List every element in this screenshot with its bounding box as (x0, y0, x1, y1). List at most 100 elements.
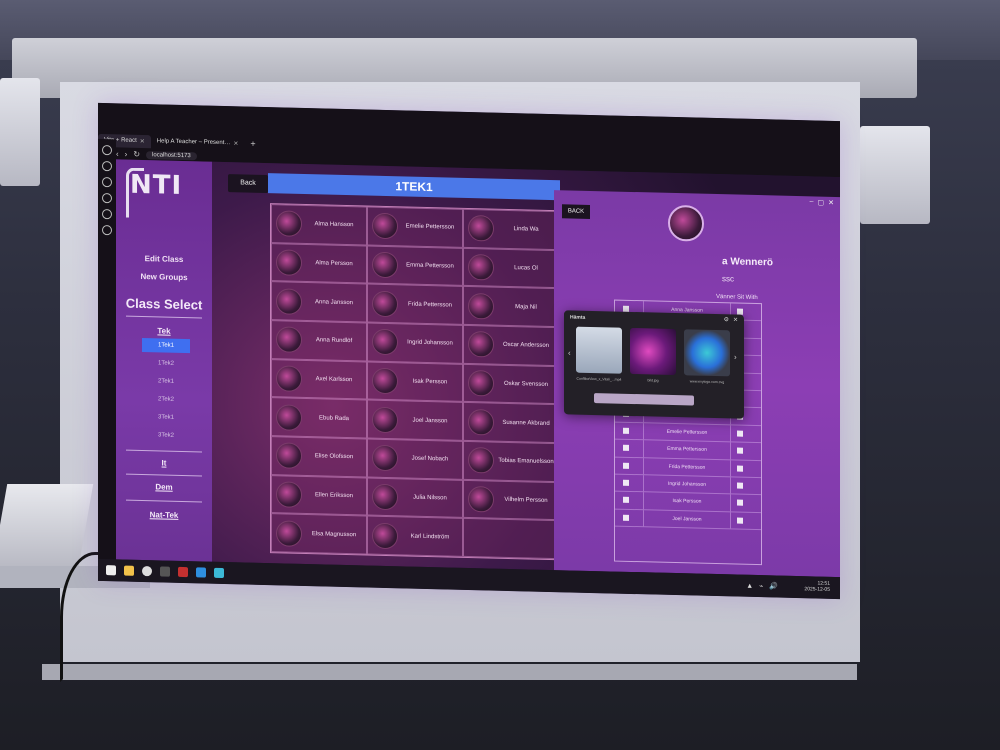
student-name: Vilhelm Persson (504, 496, 548, 504)
student-card[interactable]: Elise Olofsson (271, 436, 367, 478)
group-it[interactable]: It (116, 457, 212, 468)
sidebar-app-icon[interactable] (102, 161, 112, 172)
edit-class-link[interactable]: Edit Class (116, 253, 212, 264)
student-name: Tobias Emanuelsson (498, 458, 554, 466)
sidebar-app-icon[interactable] (102, 145, 112, 156)
avatar (468, 331, 494, 358)
class-item-2tek1[interactable]: 2Tek1 (142, 374, 190, 389)
sit-with-checkbox[interactable] (737, 500, 743, 507)
file-caption: bild.jpg (647, 378, 659, 383)
student-card[interactable]: Emma Pettersson (367, 245, 463, 287)
student-card[interactable]: Isak Persson (367, 361, 463, 403)
minimize-icon[interactable]: – (810, 198, 814, 210)
avatar (372, 406, 398, 433)
chevron-left-icon[interactable]: ‹ (568, 348, 571, 357)
sit-with-checkbox[interactable] (737, 517, 743, 524)
group-dem[interactable]: Dem (116, 481, 212, 492)
forward-arrow-icon[interactable]: › (125, 150, 128, 159)
student-card[interactable]: Elsa Magnusson (271, 513, 367, 555)
close-icon[interactable]: ✕ (733, 316, 738, 323)
reload-icon[interactable]: ↻ (133, 150, 140, 159)
sit-with-checkbox[interactable] (737, 482, 743, 489)
popup-action-button[interactable] (594, 393, 694, 406)
student-card[interactable]: Maja Nil (463, 286, 559, 328)
vscode-icon[interactable] (196, 567, 206, 578)
checkbox[interactable] (623, 462, 629, 469)
start-icon[interactable] (106, 565, 116, 576)
folder-icon[interactable] (124, 565, 134, 576)
browser-logo-thumbnail[interactable] (684, 329, 730, 377)
chrome-icon[interactable] (142, 566, 152, 577)
student-card[interactable]: Frida Pettersson (367, 283, 463, 325)
panel-back-button[interactable]: BACK (562, 204, 590, 219)
group-nat-tek[interactable]: Nat-Tek (116, 509, 212, 520)
class-item-3tek2[interactable]: 3Tek2 (142, 428, 190, 443)
url-field[interactable]: localhost:5173 (146, 150, 197, 160)
file-thumbnail[interactable] (576, 326, 622, 374)
checkbox[interactable] (623, 445, 629, 452)
student-card[interactable]: Anna Jansson (271, 281, 367, 323)
popup-title: Hämta (570, 314, 586, 321)
app-icon[interactable] (160, 566, 170, 577)
system-tray-icons[interactable]: ▲ ⌁ 🔊 (746, 582, 780, 591)
new-groups-link[interactable]: New Groups (116, 271, 212, 282)
student-card (463, 518, 559, 560)
checkbox[interactable] (623, 514, 629, 521)
student-card[interactable]: Oscar Andersson (463, 324, 559, 366)
student-card[interactable]: Vilhelm Persson (463, 479, 559, 521)
student-card[interactable]: Julia Nilsson (367, 477, 463, 519)
sidebar-app-icon[interactable] (102, 225, 112, 236)
close-icon[interactable]: ✕ (233, 140, 238, 147)
group-tek[interactable]: Tek (116, 325, 212, 336)
class-item-2tek2[interactable]: 2Tek2 (142, 392, 190, 407)
sit-with-checkbox[interactable] (737, 465, 743, 472)
student-card[interactable]: Axel Karlsson (271, 358, 367, 400)
checkbox[interactable] (623, 427, 629, 434)
divider (126, 499, 202, 503)
class-item-3tek1[interactable]: 3Tek1 (142, 410, 190, 425)
new-tab-icon[interactable]: + (250, 139, 255, 149)
app-icon[interactable] (214, 567, 224, 579)
back-button[interactable]: Back (228, 174, 268, 194)
student-card[interactable]: Oskar Svensson (463, 363, 559, 405)
image-thumbnail[interactable] (630, 327, 676, 376)
student-card[interactable]: Karl Lindström (367, 515, 463, 557)
student-name: Joel Jansson (412, 417, 448, 425)
avatar (372, 367, 398, 395)
student-card[interactable]: Susanne Akbrand (463, 402, 559, 444)
sit-with-checkbox[interactable] (737, 447, 743, 455)
sidebar-app-icon[interactable] (102, 177, 112, 188)
checkbox[interactable] (623, 479, 629, 487)
class-item-1tek1[interactable]: 1Tek1 (142, 338, 190, 354)
restore-icon[interactable]: ▢ (818, 199, 825, 211)
close-icon[interactable]: ✕ (140, 137, 145, 144)
sit-with-checkbox[interactable] (737, 430, 743, 437)
settings-icon[interactable]: ⚙ (724, 316, 729, 323)
divider (126, 449, 202, 453)
student-card[interactable]: Linda Wa (463, 208, 559, 250)
back-arrow-icon[interactable]: ‹ (116, 149, 119, 158)
chevron-right-icon[interactable]: › (734, 352, 737, 361)
sidebar-app-icon[interactable] (102, 193, 112, 204)
student-card[interactable]: Joel Jansson (367, 399, 463, 441)
clock[interactable]: 12:51 2025-12-05 (804, 580, 830, 593)
class-item-1tek2[interactable]: 1Tek2 (142, 356, 190, 371)
app-icon[interactable] (178, 566, 188, 578)
close-icon[interactable]: ✕ (828, 199, 834, 211)
student-card[interactable]: Ingrid Johansson (367, 322, 463, 364)
student-card[interactable]: Emelie Pettersson (367, 206, 463, 248)
student-card[interactable]: Alma Persson (271, 242, 367, 284)
student-name: Anna Rundlöf (315, 337, 353, 345)
student-card[interactable]: Ellen Eriksson (271, 474, 367, 516)
student-card[interactable]: Ebub Rada (271, 397, 367, 439)
student-card[interactable]: Tobias Emanuelsson (463, 440, 559, 482)
checkbox[interactable] (623, 497, 629, 504)
student-card[interactable]: Lucas Ol (463, 247, 559, 289)
sidebar-app-icon[interactable] (102, 209, 112, 220)
student-name: Karl Lindström (410, 533, 450, 541)
student-card[interactable]: Josef Nobach (367, 438, 463, 480)
avatar (372, 444, 398, 472)
tab-help-a-teacher[interactable]: Help A Teacher – Present… ✕ (151, 135, 245, 150)
student-card[interactable]: Alma Hansson (271, 204, 367, 246)
student-card[interactable]: Anna Rundlöf (271, 320, 367, 362)
